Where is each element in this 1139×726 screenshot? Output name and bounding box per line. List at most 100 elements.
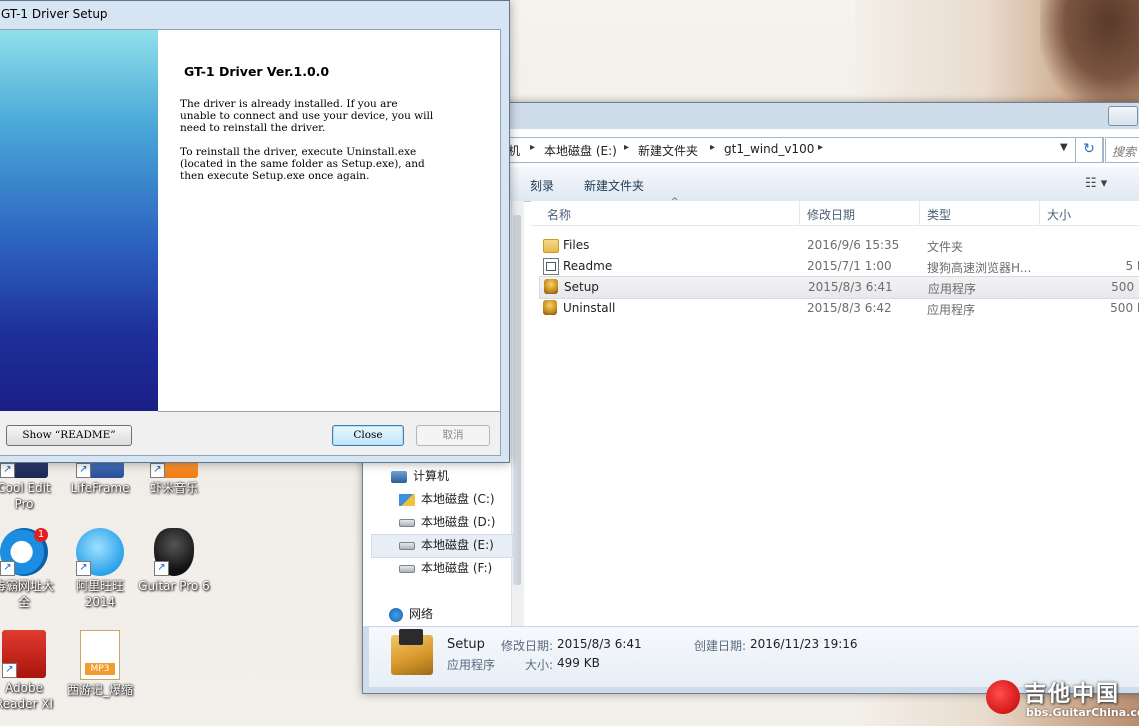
close-button[interactable]: Close xyxy=(332,425,404,446)
drive-icon xyxy=(399,564,415,573)
setup-exe-icon xyxy=(544,279,558,294)
cancel-button[interactable]: 取消 xyxy=(416,425,490,446)
breadcrumb-arrow-icon[interactable]: ▸ xyxy=(530,142,535,153)
desktop-icon-label: 虾米音乐 xyxy=(149,481,198,495)
dialog-heading: GT-1 Driver Ver.1.0.0 xyxy=(184,64,330,79)
desktop-icon-aliwangwang[interactable]: ↗ 阿里旺旺 2014 xyxy=(62,528,138,610)
file-row[interactable]: Uninstall 2015/8/3 6:42 应用程序 500 KB xyxy=(539,298,1139,319)
file-name: Setup xyxy=(564,280,599,294)
desktop-icon-adobe-reader[interactable]: ↗ Adobe Reader XI xyxy=(0,630,62,712)
column-header-bar: 名称 ^ 修改日期 类型 大小 xyxy=(531,197,1139,226)
details-file-name: Setup xyxy=(447,637,485,652)
details-modified-label: 修改日期: xyxy=(501,639,554,653)
nav-item-computer[interactable]: 计算机 xyxy=(391,467,449,484)
show-readme-button[interactable]: Show “README” xyxy=(6,425,132,446)
column-divider[interactable] xyxy=(919,201,920,225)
guitarchina-logo-icon xyxy=(986,680,1020,714)
breadcrumb-drive-e[interactable]: 本地磁盘 (E:) xyxy=(544,142,617,159)
refresh-button[interactable]: ↻ xyxy=(1075,137,1103,163)
breadcrumb-arrow-icon[interactable]: ▸ xyxy=(710,142,715,153)
network-icon xyxy=(389,607,403,622)
desktop-icon-guitar-pro[interactable]: ↗ Guitar Pro 6 xyxy=(136,528,212,594)
file-name: Files xyxy=(563,238,590,252)
breadcrumb-arrow-icon[interactable]: ▸ xyxy=(624,142,629,153)
desktop-icon-label: Adobe Reader XI xyxy=(0,681,54,711)
adobe-reader-icon: ↗ xyxy=(2,630,46,678)
aliwangwang-icon: ↗ xyxy=(76,528,124,576)
file-row-selected[interactable]: Setup 2015/8/3 6:41 应用程序 500 KB xyxy=(539,276,1139,299)
nav-item-network[interactable]: 网络 xyxy=(389,605,433,622)
column-divider[interactable] xyxy=(1039,201,1040,225)
nav-item-drive-d[interactable]: 本地磁盘 (D:) xyxy=(399,513,495,530)
uninstall-exe-icon xyxy=(543,300,557,315)
breadcrumb-arrow-icon[interactable]: ▸ xyxy=(818,142,823,153)
shortcut-arrow-icon: ↗ xyxy=(76,561,91,576)
shortcut-arrow-icon: ↗ xyxy=(0,463,15,478)
mp3-file-icon: MP3 xyxy=(80,630,120,680)
nav-item-label: 本地磁盘 (F:) xyxy=(421,561,493,575)
details-size-value: 499 KB xyxy=(557,656,600,670)
nav-item-drive-f[interactable]: 本地磁盘 (F:) xyxy=(399,559,492,576)
details-created-value: 2016/11/23 19:16 xyxy=(750,637,858,651)
new-folder-button[interactable]: 新建文件夹 xyxy=(584,177,644,194)
view-options-icon[interactable]: ☷ ▾ xyxy=(1085,176,1107,191)
file-type: 应用程序 xyxy=(927,303,976,317)
setup-exe-large-icon xyxy=(391,629,433,675)
search-placeholder: 搜索 xyxy=(1112,145,1137,159)
column-header-type[interactable]: 类型 xyxy=(927,206,951,223)
file-name: Readme xyxy=(563,259,613,273)
desktop-icon-label: Guitar Pro 6 xyxy=(138,579,210,593)
system-drive-icon xyxy=(399,493,415,506)
nav-item-drive-e[interactable]: 本地磁盘 (E:) xyxy=(399,536,494,553)
scrollbar-thumb[interactable] xyxy=(513,215,521,585)
file-date: 2016/9/6 15:35 xyxy=(807,238,900,252)
desktop-icon-ie[interactable]: 1 ↗ 毒霸网址大 全 xyxy=(0,528,62,610)
dialog-message-reinstall: To reinstall the driver, execute Uninsta… xyxy=(180,146,425,182)
file-size: 500 KB xyxy=(1110,301,1139,315)
column-divider[interactable] xyxy=(799,201,800,225)
drive-icon xyxy=(399,541,415,550)
desktop-icon-mp3[interactable]: MP3 西游记_爆缩 xyxy=(62,630,138,698)
file-date: 2015/7/1 1:00 xyxy=(807,259,892,273)
file-type: 搜狗高速浏览器H... xyxy=(927,261,1032,275)
nav-item-label: 本地磁盘 (D:) xyxy=(421,515,496,529)
address-bar[interactable]: 机 ▸ 本地磁盘 (E:) ▸ 新建文件夹 ▸ gt1_wind_v100 ▸ … xyxy=(505,137,1104,163)
file-type-tag: MP3 xyxy=(85,663,115,675)
file-row[interactable]: Files 2016/9/6 15:35 文件夹 xyxy=(539,235,1139,256)
shortcut-arrow-icon: ↗ xyxy=(76,463,91,478)
details-size-label: 大小: xyxy=(525,658,554,672)
file-size: 500 KB xyxy=(1111,280,1139,294)
burn-button[interactable]: 刻录 xyxy=(530,177,554,194)
ie-browser-icon: 1 ↗ xyxy=(0,528,48,576)
sort-ascending-icon: ^ xyxy=(671,197,679,207)
details-created-label: 创建日期: xyxy=(694,639,747,653)
address-dropdown-icon[interactable]: ▼ xyxy=(1060,142,1068,153)
setup-dialog[interactable]: GT-1 Driver Setup GT-1 Driver Ver.1.0.0 … xyxy=(0,0,510,463)
desktop-icon-label: 毒霸网址大 全 xyxy=(0,579,54,609)
breadcrumb-gt1-folder[interactable]: gt1_wind_v100 xyxy=(724,142,814,156)
nav-item-drive-c[interactable]: 本地磁盘 (C:) xyxy=(399,490,495,507)
file-size: 5 KB xyxy=(1125,259,1139,273)
nav-item-label: 本地磁盘 (C:) xyxy=(421,492,495,506)
watermark-url: bbs.GuitarChina.com xyxy=(1026,706,1139,719)
column-header-size[interactable]: 大小 xyxy=(1047,206,1071,223)
shortcut-arrow-icon: ↗ xyxy=(154,561,169,576)
minimize-button[interactable] xyxy=(1108,106,1138,126)
desktop-icon-label: 西游记_爆缩 xyxy=(66,683,133,697)
wallpaper-photo-detail xyxy=(1040,0,1139,110)
nav-item-label: 本地磁盘 (E:) xyxy=(421,538,494,552)
details-modified-value: 2015/8/3 6:41 xyxy=(557,637,642,651)
site-watermark: 吉他中国 bbs.GuitarChina.com xyxy=(980,676,1139,726)
breadcrumb-new-folder[interactable]: 新建文件夹 xyxy=(638,142,698,159)
command-bar: 刻录 新建文件夹 ☷ ▾ xyxy=(505,167,1139,202)
file-name: Uninstall xyxy=(563,301,616,315)
computer-icon xyxy=(391,470,407,483)
desktop-icon-label: Cool Edit Pro xyxy=(0,481,51,511)
search-input[interactable]: 搜索 xyxy=(1105,137,1139,163)
file-type: 应用程序 xyxy=(928,282,977,296)
column-header-name[interactable]: 名称 xyxy=(547,206,571,223)
column-header-date[interactable]: 修改日期 xyxy=(807,206,855,223)
file-row[interactable]: Readme 2015/7/1 1:00 搜狗高速浏览器H... 5 KB xyxy=(539,256,1139,277)
dialog-banner-image xyxy=(0,30,158,411)
file-type: 文件夹 xyxy=(927,240,964,254)
